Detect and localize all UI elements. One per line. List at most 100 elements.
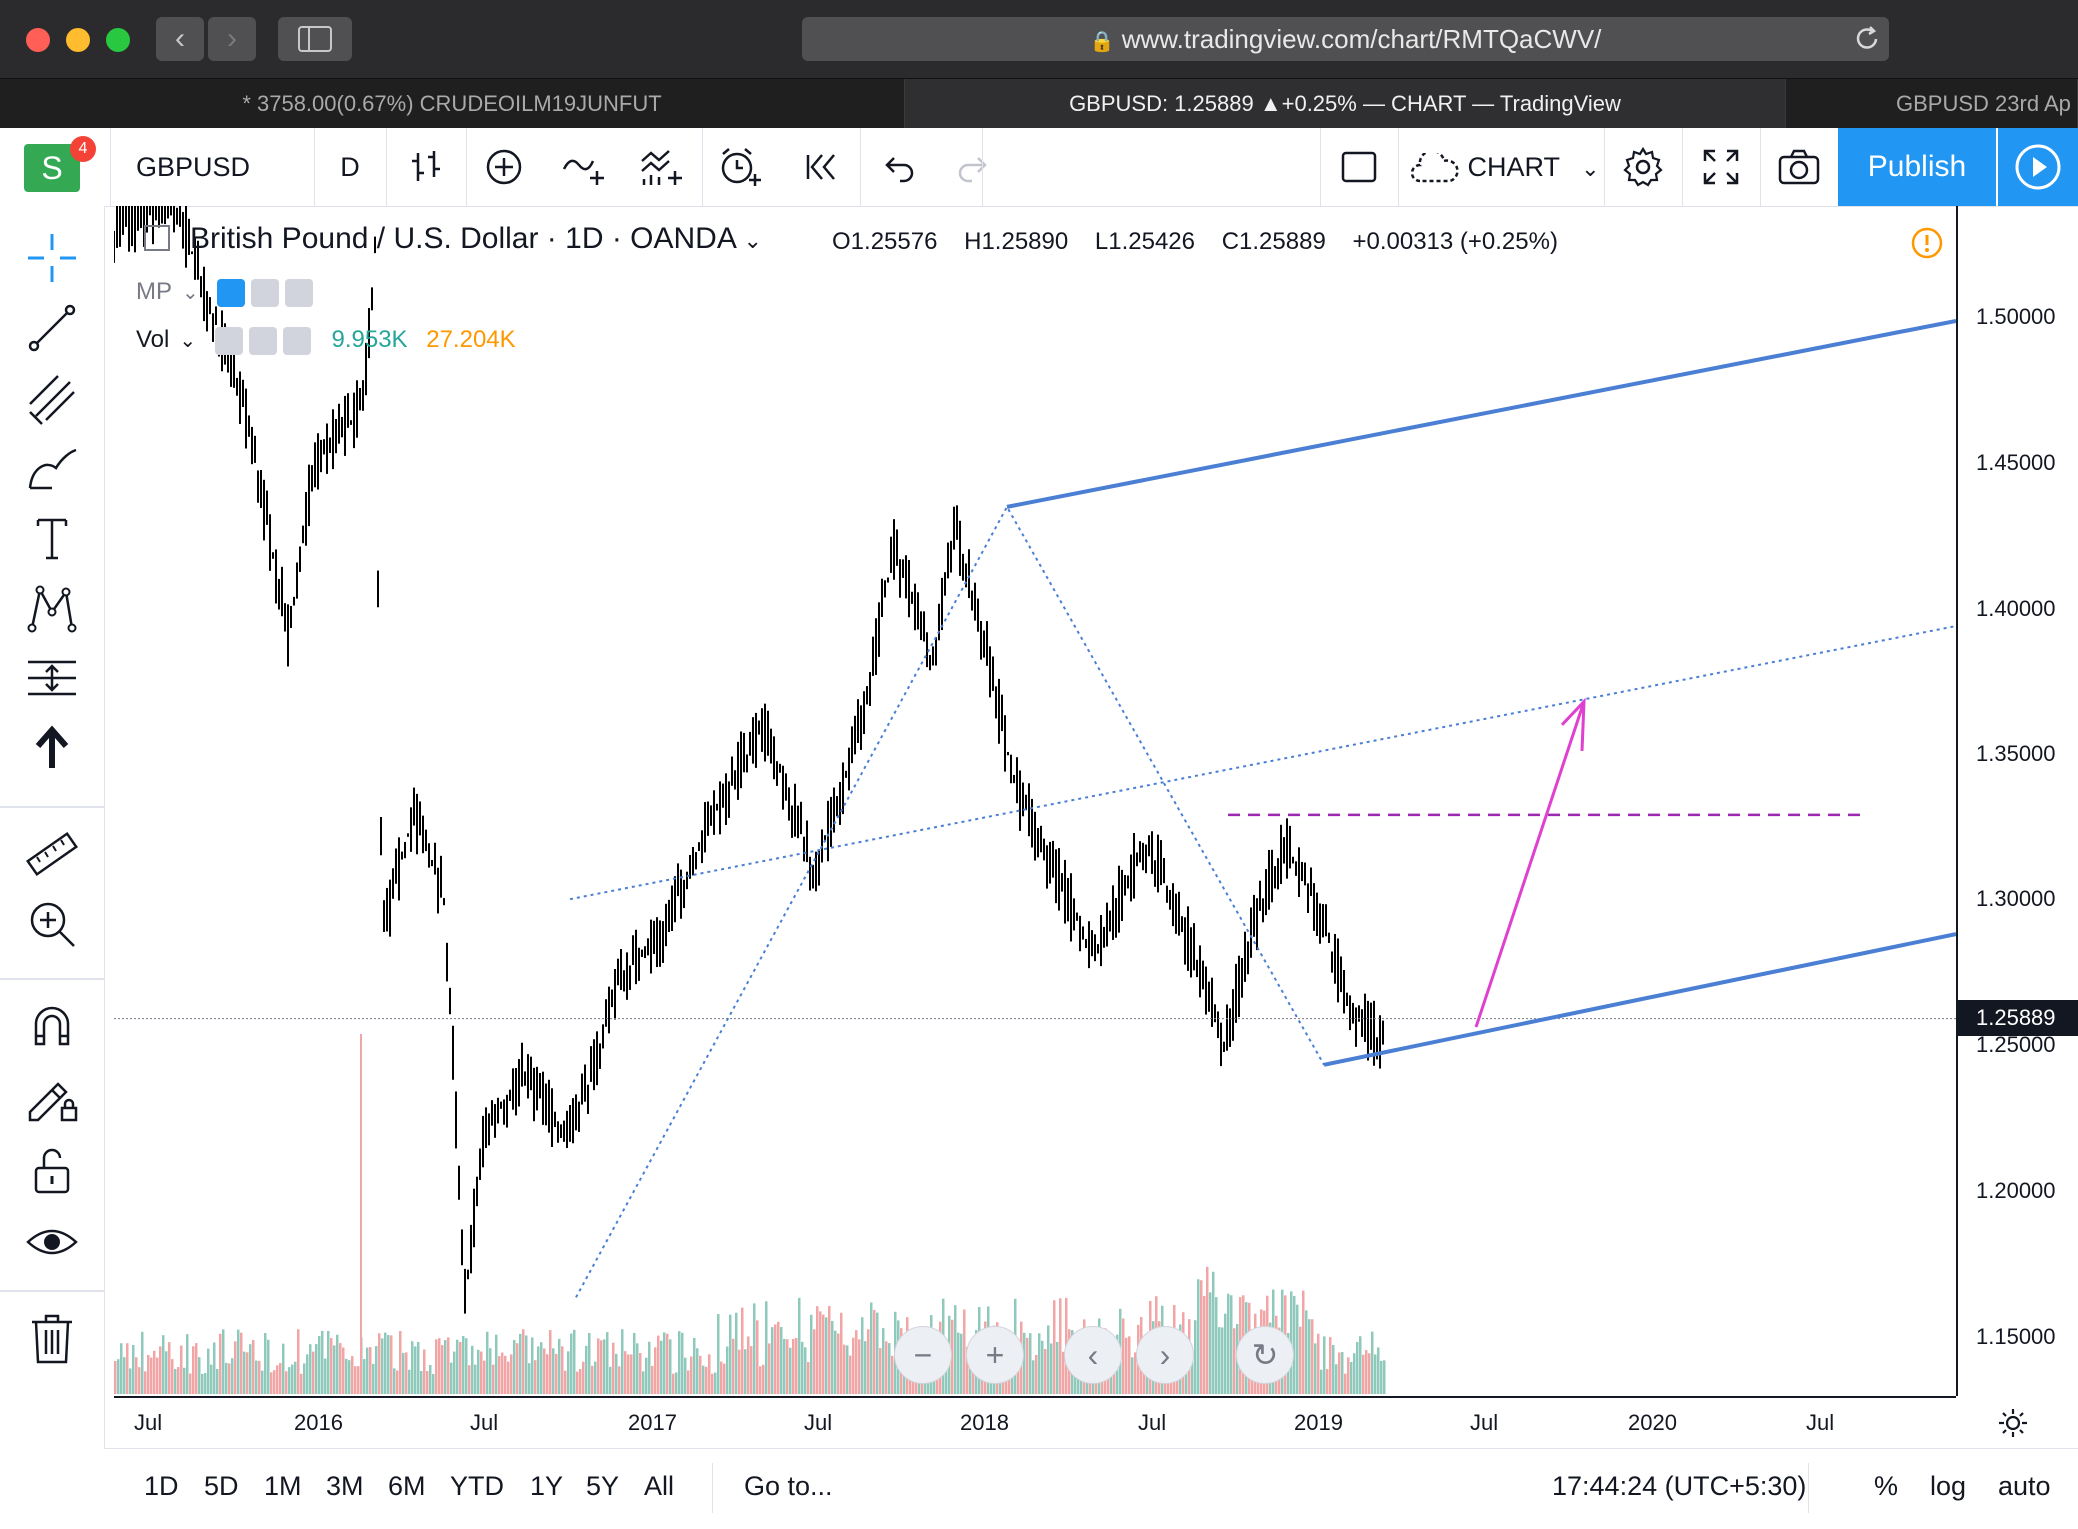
crosshair-icon[interactable] xyxy=(22,228,82,288)
browser-tab[interactable]: GBPUSD 23rd Ap xyxy=(1786,79,2078,129)
forecast-tool-icon[interactable] xyxy=(22,648,82,708)
close-icon[interactable] xyxy=(285,278,314,307)
volume-bar xyxy=(141,1331,144,1394)
publish-button[interactable]: Publish xyxy=(1838,128,1996,206)
eye-icon[interactable] xyxy=(22,1212,82,1272)
range-all-button[interactable]: All xyxy=(644,1471,674,1502)
goto-date-button[interactable]: Go to... xyxy=(744,1471,833,1502)
volume-bar xyxy=(1218,1327,1221,1394)
lock-drawings-pencil-icon[interactable] xyxy=(22,1068,82,1128)
pattern-icon[interactable] xyxy=(22,578,82,638)
browser-tab-active[interactable]: GBPUSD: 1.25889 ▲+0.25% — CHART — Tradin… xyxy=(905,79,1786,129)
volume-bar xyxy=(735,1312,738,1394)
range-6m-button[interactable]: 6M xyxy=(388,1471,426,1502)
zoom-in-button[interactable]: + xyxy=(966,1326,1024,1384)
unlock-icon[interactable] xyxy=(22,1140,82,1200)
redo-button[interactable] xyxy=(936,128,1012,206)
fullscreen-button[interactable] xyxy=(1682,128,1760,206)
volume-bar xyxy=(570,1333,573,1394)
volume-bar xyxy=(534,1360,537,1394)
volume-bar xyxy=(564,1370,567,1394)
alert-button[interactable] xyxy=(702,128,778,206)
close-icon[interactable] xyxy=(282,326,311,355)
series-legend[interactable]: British Pound / U.S. Dollar · 1D · OANDA… xyxy=(144,222,762,256)
eye-icon[interactable] xyxy=(214,326,243,355)
price-chart[interactable] xyxy=(114,206,1956,1396)
range-3m-button[interactable]: 3M xyxy=(326,1471,364,1502)
volume-bar xyxy=(390,1335,393,1394)
volume-bar xyxy=(750,1346,753,1394)
chevron-down-icon[interactable]: ⌄ xyxy=(744,228,762,253)
rectangle-tool-button[interactable] xyxy=(1320,128,1398,206)
scroll-left-button[interactable]: ‹ xyxy=(1064,1326,1122,1384)
trash-icon[interactable] xyxy=(22,1308,82,1368)
range-1m-button[interactable]: 1M xyxy=(264,1471,302,1502)
browser-tab[interactable]: * 3758.00(0.67%) CRUDEOILM19JUNFUT xyxy=(0,79,905,129)
back-button[interactable]: ‹ xyxy=(156,17,204,61)
arrow-up-icon[interactable] xyxy=(22,718,82,778)
indicator-row-vol[interactable]: Vol ⌄ 9.953K 27.204K xyxy=(136,326,516,355)
trend-line-icon[interactable] xyxy=(22,298,82,358)
reset-chart-button[interactable]: ↻ xyxy=(1236,1326,1294,1384)
interval-button[interactable]: D xyxy=(314,128,386,206)
pitchfork-icon[interactable] xyxy=(22,368,82,428)
indicator-row-mp[interactable]: MP ⌄ xyxy=(136,278,319,307)
forward-button[interactable]: › xyxy=(208,17,256,61)
log-scale-button[interactable]: log xyxy=(1930,1471,1966,1502)
range-5y-button[interactable]: 5Y xyxy=(586,1471,619,1502)
compare-button[interactable] xyxy=(466,128,542,206)
volume-bar xyxy=(1368,1353,1371,1394)
bar-style-button[interactable] xyxy=(390,128,466,206)
zoom-window-button[interactable] xyxy=(106,28,130,52)
close-window-button[interactable] xyxy=(26,28,50,52)
chevron-down-icon[interactable]: ⌄ xyxy=(182,282,199,304)
volume-bar xyxy=(351,1356,354,1394)
brush-icon[interactable] xyxy=(22,438,82,498)
percent-scale-button[interactable]: % xyxy=(1874,1471,1898,1502)
symbol-search[interactable]: GBPUSD xyxy=(118,128,314,206)
templates-button[interactable] xyxy=(624,128,700,206)
undo-button[interactable] xyxy=(860,128,936,206)
forecast-arrow[interactable] xyxy=(1474,701,1586,1028)
volume-bar xyxy=(384,1332,387,1394)
scroll-right-button[interactable]: › xyxy=(1136,1326,1194,1384)
text-icon[interactable] xyxy=(22,508,82,568)
range-5d-button[interactable]: 5D xyxy=(204,1471,239,1502)
settings-button[interactable] xyxy=(1604,128,1682,206)
indicators-button[interactable] xyxy=(546,128,622,206)
legend-collapse-icon[interactable] xyxy=(144,225,170,252)
visibility-toggle-icon[interactable] xyxy=(217,278,246,307)
time-axis[interactable]: Jul 2016 Jul 2017 Jul 2018 Jul 2019 Jul … xyxy=(114,1396,1956,1450)
gear-icon[interactable] xyxy=(251,278,280,307)
price-axis[interactable]: 1.50000 1.45000 1.40000 1.35000 1.30000 … xyxy=(1956,206,2078,1396)
zoom-in-icon[interactable] xyxy=(22,894,82,954)
volume-bar xyxy=(372,1363,375,1394)
channel-upper-line[interactable] xyxy=(1006,318,1956,509)
channel-lower-line[interactable] xyxy=(1323,932,1956,1067)
warning-icon[interactable] xyxy=(1910,226,1944,265)
replay-play-button[interactable] xyxy=(1998,128,2078,206)
gear-icon[interactable] xyxy=(248,326,277,355)
sidebar-toggle-button[interactable] xyxy=(278,17,352,61)
zoom-out-button[interactable]: − xyxy=(894,1326,952,1384)
magnet-icon[interactable] xyxy=(22,996,82,1056)
volume-bar xyxy=(1212,1271,1215,1394)
reload-icon[interactable] xyxy=(1852,24,1882,59)
range-ytd-button[interactable]: YTD xyxy=(450,1471,504,1502)
auto-scale-button[interactable]: auto xyxy=(1998,1471,2051,1502)
snapshot-button[interactable] xyxy=(1760,128,1838,206)
minimize-window-button[interactable] xyxy=(66,28,90,52)
range-1d-button[interactable]: 1D xyxy=(144,1471,179,1502)
volume-bar xyxy=(549,1330,552,1394)
layout-button[interactable]: CHART ⌄ xyxy=(1410,128,1610,206)
clock-timezone[interactable]: 17:44:24 (UTC+5:30) xyxy=(1552,1471,1806,1502)
address-bar[interactable]: 🔒 www.tradingview.com/chart/RMTQaCWV/ xyxy=(802,17,1889,61)
ruler-icon[interactable] xyxy=(22,824,82,884)
volume-bar xyxy=(417,1341,420,1394)
replay-button[interactable] xyxy=(782,128,858,206)
pitchfork-legs[interactable] xyxy=(575,504,1325,1298)
chevron-down-icon[interactable]: ⌄ xyxy=(179,330,196,352)
axis-settings-gear-icon[interactable] xyxy=(1996,1406,2030,1445)
range-1y-button[interactable]: 1Y xyxy=(530,1471,563,1502)
volume-bar xyxy=(240,1332,243,1394)
